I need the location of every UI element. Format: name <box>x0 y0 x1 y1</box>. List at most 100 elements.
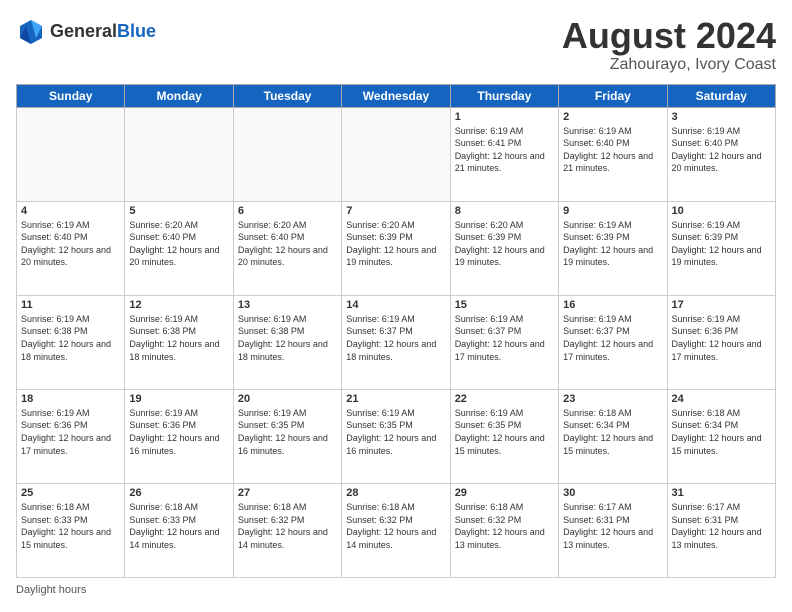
day-number: 17 <box>672 299 771 311</box>
day-cell: 16 Sunrise: 6:19 AM Sunset: 6:37 PM Dayli… <box>559 295 667 389</box>
day-info: Sunrise: 6:19 AM Sunset: 6:41 PM Dayligh… <box>455 125 554 175</box>
day-number: 14 <box>346 299 445 311</box>
day-cell: 12 Sunrise: 6:19 AM Sunset: 6:38 PM Dayli… <box>125 295 233 389</box>
day-info: Sunrise: 6:19 AM Sunset: 6:37 PM Dayligh… <box>563 313 662 363</box>
day-cell: 10Sunrise: 6:19 AM Sunset: 6:39 PM Dayli… <box>667 201 775 295</box>
day-number: 23 <box>563 393 662 405</box>
day-info: Sunrise: 6:20 AM Sunset: 6:40 PM Dayligh… <box>129 219 228 269</box>
day-cell: 17 Sunrise: 6:19 AM Sunset: 6:36 PM Dayli… <box>667 295 775 389</box>
day-number: 1 <box>455 111 554 123</box>
day-number: 27 <box>238 487 337 499</box>
day-info: Sunrise: 6:19 AM Sunset: 6:40 PM Dayligh… <box>672 125 771 175</box>
day-info: Sunrise: 6:17 AM Sunset: 6:31 PM Dayligh… <box>672 501 771 551</box>
day-number: 13 <box>238 299 337 311</box>
day-number: 22 <box>455 393 554 405</box>
day-info: Sunrise: 6:19 AM Sunset: 6:35 PM Dayligh… <box>238 407 337 457</box>
day-number: 6 <box>238 205 337 217</box>
day-info: Sunrise: 6:20 AM Sunset: 6:39 PM Dayligh… <box>346 219 445 269</box>
day-info: Sunrise: 6:18 AM Sunset: 6:33 PM Dayligh… <box>21 501 120 551</box>
logo-blue: Blue <box>117 21 156 41</box>
day-info: Sunrise: 6:19 AM Sunset: 6:38 PM Dayligh… <box>21 313 120 363</box>
week-row-5: 25 Sunrise: 6:18 AM Sunset: 6:33 PM Dayli… <box>17 483 776 577</box>
day-info: Sunrise: 6:19 AM Sunset: 6:38 PM Dayligh… <box>129 313 228 363</box>
day-info: Sunrise: 6:18 AM Sunset: 6:32 PM Dayligh… <box>346 501 445 551</box>
day-number: 31 <box>672 487 771 499</box>
day-number: 29 <box>455 487 554 499</box>
weekday-wednesday: Wednesday <box>342 84 450 107</box>
weekday-thursday: Thursday <box>450 84 558 107</box>
day-number: 7 <box>346 205 445 217</box>
week-row-3: 11Sunrise: 6:19 AM Sunset: 6:38 PM Dayli… <box>17 295 776 389</box>
day-cell: 4 Sunrise: 6:19 AM Sunset: 6:40 PM Daylig… <box>17 201 125 295</box>
logo: GeneralBlue <box>16 16 156 46</box>
calendar-table: SundayMondayTuesdayWednesdayThursdayFrid… <box>16 84 776 578</box>
day-cell: 6 Sunrise: 6:20 AM Sunset: 6:40 PM Daylig… <box>233 201 341 295</box>
day-number: 2 <box>563 111 662 123</box>
day-cell: 20 Sunrise: 6:19 AM Sunset: 6:35 PM Dayli… <box>233 389 341 483</box>
week-row-1: 1 Sunrise: 6:19 AM Sunset: 6:41 PM Daylig… <box>17 107 776 201</box>
day-number: 28 <box>346 487 445 499</box>
day-number: 19 <box>129 393 228 405</box>
title-location: Zahourayo, Ivory Coast <box>562 56 776 74</box>
day-cell: 27Sunrise: 6:18 AM Sunset: 6:32 PM Dayli… <box>233 483 341 577</box>
day-number: 4 <box>21 205 120 217</box>
day-cell: 31 Sunrise: 6:17 AM Sunset: 6:31 PM Dayli… <box>667 483 775 577</box>
day-info: Sunrise: 6:19 AM Sunset: 6:36 PM Dayligh… <box>21 407 120 457</box>
weekday-monday: Monday <box>125 84 233 107</box>
week-row-2: 4 Sunrise: 6:19 AM Sunset: 6:40 PM Daylig… <box>17 201 776 295</box>
day-info: Sunrise: 6:19 AM Sunset: 6:35 PM Dayligh… <box>346 407 445 457</box>
header: GeneralBlue August 2024 Zahourayo, Ivory… <box>16 16 776 74</box>
day-cell: 23 Sunrise: 6:18 AM Sunset: 6:34 PM Dayli… <box>559 389 667 483</box>
day-info: Sunrise: 6:19 AM Sunset: 6:37 PM Dayligh… <box>346 313 445 363</box>
day-number: 10 <box>672 205 771 217</box>
weekday-header-row: SundayMondayTuesdayWednesdayThursdayFrid… <box>17 84 776 107</box>
day-number: 18 <box>21 393 120 405</box>
day-cell: 3 Sunrise: 6:19 AM Sunset: 6:40 PM Daylig… <box>667 107 775 201</box>
day-info: Sunrise: 6:18 AM Sunset: 6:33 PM Dayligh… <box>129 501 228 551</box>
day-cell: 21 Sunrise: 6:19 AM Sunset: 6:35 PM Dayli… <box>342 389 450 483</box>
day-info: Sunrise: 6:19 AM Sunset: 6:39 PM Dayligh… <box>563 219 662 269</box>
day-cell: 19 Sunrise: 6:19 AM Sunset: 6:36 PM Dayli… <box>125 389 233 483</box>
day-cell: 5Sunrise: 6:20 AM Sunset: 6:40 PM Daylig… <box>125 201 233 295</box>
day-info: Sunrise: 6:18 AM Sunset: 6:34 PM Dayligh… <box>672 407 771 457</box>
day-info: Sunrise: 6:19 AM Sunset: 6:35 PM Dayligh… <box>455 407 554 457</box>
footer: Daylight hours <box>16 584 776 596</box>
day-number: 21 <box>346 393 445 405</box>
day-number: 8 <box>455 205 554 217</box>
logo-icon <box>16 16 46 46</box>
title-block: August 2024 Zahourayo, Ivory Coast <box>562 16 776 74</box>
day-info: Sunrise: 6:19 AM Sunset: 6:36 PM Dayligh… <box>672 313 771 363</box>
day-number: 16 <box>563 299 662 311</box>
day-info: Sunrise: 6:20 AM Sunset: 6:40 PM Dayligh… <box>238 219 337 269</box>
day-cell: 24 Sunrise: 6:18 AM Sunset: 6:34 PM Dayli… <box>667 389 775 483</box>
day-info: Sunrise: 6:19 AM Sunset: 6:40 PM Dayligh… <box>21 219 120 269</box>
day-number: 3 <box>672 111 771 123</box>
day-number: 25 <box>21 487 120 499</box>
day-cell: 18 Sunrise: 6:19 AM Sunset: 6:36 PM Dayli… <box>17 389 125 483</box>
day-number: 9 <box>563 205 662 217</box>
day-number: 20 <box>238 393 337 405</box>
title-month: August 2024 <box>562 16 776 56</box>
day-cell: 11Sunrise: 6:19 AM Sunset: 6:38 PM Dayli… <box>17 295 125 389</box>
day-cell: 1 Sunrise: 6:19 AM Sunset: 6:41 PM Daylig… <box>450 107 558 201</box>
day-cell <box>233 107 341 201</box>
day-cell: 7 Sunrise: 6:20 AM Sunset: 6:39 PM Daylig… <box>342 201 450 295</box>
weekday-tuesday: Tuesday <box>233 84 341 107</box>
day-info: Sunrise: 6:18 AM Sunset: 6:34 PM Dayligh… <box>563 407 662 457</box>
day-cell: 22 Sunrise: 6:19 AM Sunset: 6:35 PM Dayli… <box>450 389 558 483</box>
logo-general: General <box>50 21 117 41</box>
day-cell: 13 Sunrise: 6:19 AM Sunset: 6:38 PM Dayli… <box>233 295 341 389</box>
day-number: 24 <box>672 393 771 405</box>
day-cell: 14 Sunrise: 6:19 AM Sunset: 6:37 PM Dayli… <box>342 295 450 389</box>
day-cell <box>17 107 125 201</box>
footer-label: Daylight hours <box>16 584 86 596</box>
day-cell <box>342 107 450 201</box>
day-number: 12 <box>129 299 228 311</box>
day-cell: 9 Sunrise: 6:19 AM Sunset: 6:39 PM Daylig… <box>559 201 667 295</box>
day-info: Sunrise: 6:19 AM Sunset: 6:36 PM Dayligh… <box>129 407 228 457</box>
day-info: Sunrise: 6:19 AM Sunset: 6:38 PM Dayligh… <box>238 313 337 363</box>
day-cell: 28 Sunrise: 6:18 AM Sunset: 6:32 PM Dayli… <box>342 483 450 577</box>
weekday-sunday: Sunday <box>17 84 125 107</box>
day-info: Sunrise: 6:18 AM Sunset: 6:32 PM Dayligh… <box>455 501 554 551</box>
day-cell: 25 Sunrise: 6:18 AM Sunset: 6:33 PM Dayli… <box>17 483 125 577</box>
